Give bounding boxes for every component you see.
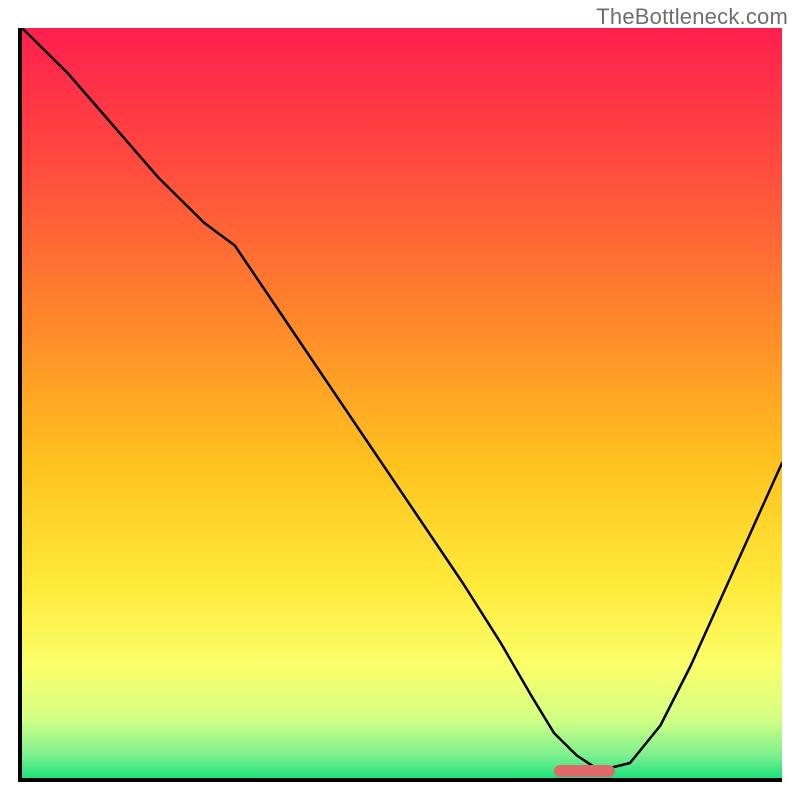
gradient-fill	[22, 28, 782, 778]
chart-container	[18, 28, 782, 782]
optimal-range-marker	[554, 765, 615, 777]
watermark-text: TheBottleneck.com	[596, 4, 788, 30]
bottleneck-chart	[22, 28, 782, 778]
